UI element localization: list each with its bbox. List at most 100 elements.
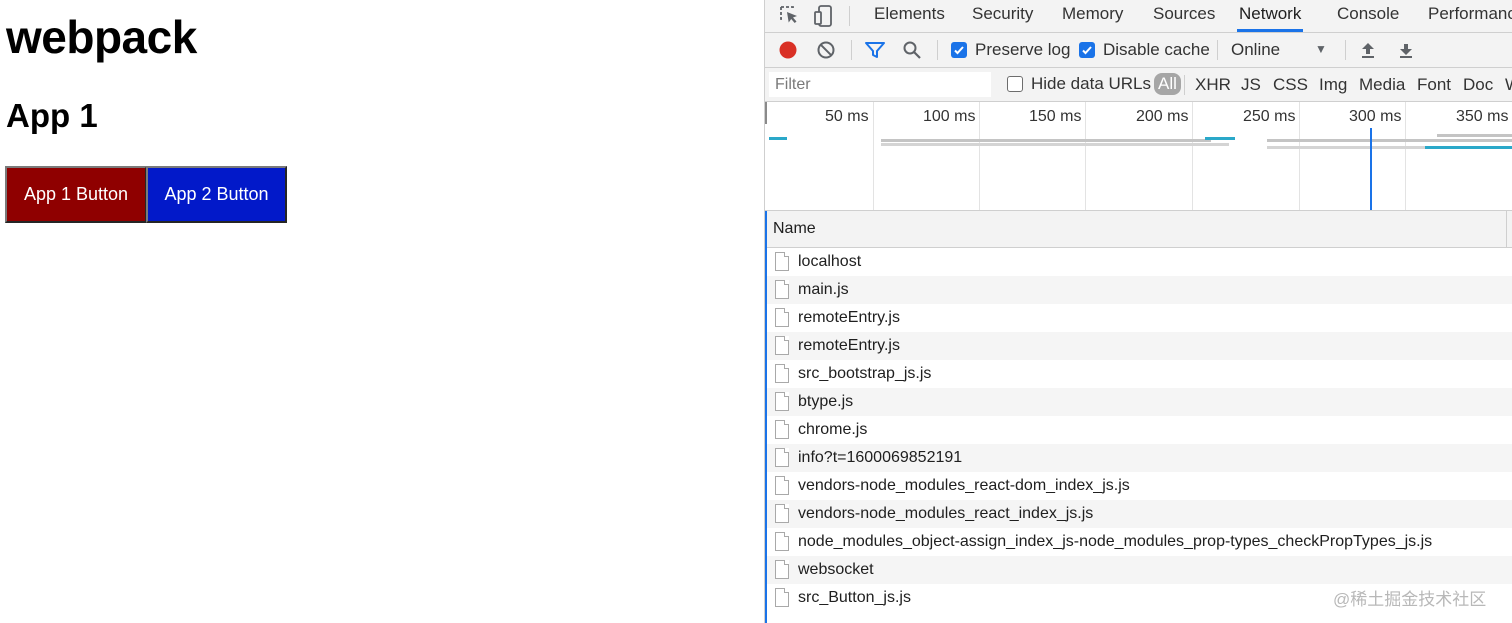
waterfall-bar (881, 139, 1211, 142)
app-2-button[interactable]: App 2 Button (146, 166, 287, 223)
timeline-tick: 200 ms (1136, 108, 1189, 125)
table-row[interactable]: info?t=1600069852191 (767, 444, 1512, 472)
grid-line (1192, 102, 1193, 210)
table-row[interactable]: localhost (767, 248, 1512, 276)
tab-sources[interactable]: Sources (1153, 0, 1215, 32)
checkbox-checked-icon (1079, 42, 1095, 58)
type-filter-font[interactable]: Font (1417, 75, 1451, 95)
file-icon (775, 560, 789, 579)
hide-data-urls-checkbox[interactable]: Hide data URLs (1007, 72, 1151, 96)
toolbar-divider (1217, 40, 1218, 60)
file-icon (775, 504, 789, 523)
type-filter-js[interactable]: JS (1241, 75, 1261, 95)
request-name: vendors-node_modules_react_index_js.js (798, 505, 1094, 522)
request-name: btype.js (798, 393, 854, 410)
tab-network[interactable]: Network (1237, 0, 1304, 32)
record-icon[interactable] (778, 38, 798, 62)
filter-input[interactable] (769, 72, 991, 97)
dropdown-arrow-icon: ▼ (1315, 42, 1327, 56)
throttling-value: Online (1231, 40, 1281, 59)
tab-security[interactable]: Security (972, 0, 1033, 32)
request-name: node_modules_object-assign_index_js-node… (798, 533, 1433, 550)
page-subtitle: App 1 (6, 97, 98, 134)
throttling-select[interactable]: Online ▼ (1231, 38, 1331, 62)
table-row[interactable]: websocket (767, 556, 1512, 584)
toolbar-divider (1345, 40, 1346, 60)
clear-icon[interactable] (816, 38, 836, 62)
table-row[interactable]: node_modules_object-assign_index_js-node… (767, 528, 1512, 556)
app-1-button[interactable]: App 1 Button (5, 166, 147, 223)
type-filter-img[interactable]: Img (1319, 75, 1347, 95)
table-row[interactable]: chrome.js (767, 416, 1512, 444)
table-row[interactable]: src_bootstrap_js.js (767, 360, 1512, 388)
request-name: vendors-node_modules_react-dom_index_js.… (798, 477, 1130, 494)
timeline-tick: 50 ms (825, 108, 869, 125)
table-row[interactable]: vendors-node_modules_react_index_js.js (767, 500, 1512, 528)
grid-line (1299, 102, 1300, 210)
toolbar-divider (937, 40, 938, 60)
file-icon (775, 476, 789, 495)
request-name: localhost (798, 253, 862, 270)
request-name: src_bootstrap_js.js (798, 365, 932, 382)
file-icon (775, 420, 789, 439)
column-header-name[interactable]: Name (773, 220, 816, 238)
waterfall-bar (1425, 146, 1512, 149)
page-viewport: webpack App 1 App 1 Button App 2 Button (0, 0, 764, 623)
table-row[interactable]: main.js (767, 276, 1512, 304)
requests-table: Name localhost main.js remoteEntry.js re… (765, 211, 1512, 623)
timeline-overview[interactable]: 50 ms 100 ms 150 ms 200 ms 250 ms 300 ms… (765, 102, 1512, 211)
table-row[interactable]: remoteEntry.js (767, 332, 1512, 360)
type-filter-doc[interactable]: Doc (1463, 75, 1493, 95)
download-icon[interactable] (1396, 38, 1416, 62)
tab-console[interactable]: Console (1337, 0, 1399, 32)
watermark: @稀土掘金技术社区 (1333, 590, 1487, 609)
tab-divider (849, 6, 850, 26)
device-toolbar-icon[interactable] (811, 3, 837, 29)
grid-line (1405, 102, 1406, 210)
timeline-tick: 100 ms (923, 108, 976, 125)
devtools-tab-bar: Elements Security Memory Sources Network… (765, 0, 1512, 33)
grid-line (1085, 102, 1086, 210)
filter-bar: Hide data URLs All XHR JS CSS Img Media … (765, 68, 1512, 102)
type-filter-xhr[interactable]: XHR (1195, 75, 1231, 95)
tab-memory[interactable]: Memory (1062, 0, 1123, 32)
grid-line (873, 102, 874, 210)
request-name: websocket (798, 561, 874, 578)
request-name: remoteEntry.js (798, 309, 900, 326)
upload-icon[interactable] (1358, 38, 1378, 62)
table-row[interactable]: remoteEntry.js (767, 304, 1512, 332)
request-name: src_Button_js.js (798, 589, 911, 606)
file-icon (775, 308, 789, 327)
disable-cache-checkbox[interactable]: Disable cache (1079, 38, 1210, 62)
search-icon[interactable] (902, 38, 922, 62)
file-icon (775, 280, 789, 299)
file-icon (775, 336, 789, 355)
inspect-icon[interactable] (777, 3, 803, 29)
timeline-tick: 350 ms (1456, 108, 1509, 125)
filter-icon[interactable] (864, 38, 886, 62)
table-row[interactable]: vendors-node_modules_react-dom_index_js.… (767, 472, 1512, 500)
type-filter-ws[interactable]: WS (1505, 75, 1512, 95)
file-icon (775, 532, 789, 551)
file-icon (775, 588, 789, 607)
request-name: chrome.js (798, 421, 868, 438)
checkbox-checked-icon (951, 42, 967, 58)
devtools-panel: Elements Security Memory Sources Network… (764, 0, 1512, 623)
type-filter-css[interactable]: CSS (1273, 75, 1308, 95)
filter-divider (1184, 75, 1185, 95)
file-icon (775, 252, 789, 271)
waterfall-bar (881, 143, 1229, 146)
waterfall-bar (1437, 134, 1512, 137)
timeline-start-marker (765, 102, 767, 124)
timeline-tick: 150 ms (1029, 108, 1082, 125)
hide-data-urls-label: Hide data URLs (1031, 74, 1152, 93)
type-filter-media[interactable]: Media (1359, 75, 1405, 95)
tab-elements[interactable]: Elements (874, 0, 945, 32)
column-divider[interactable] (1506, 211, 1507, 247)
toolbar-divider (851, 40, 852, 60)
tab-performance[interactable]: Performance (1428, 0, 1512, 32)
file-icon (775, 448, 789, 467)
table-row[interactable]: btype.js (767, 388, 1512, 416)
preserve-log-checkbox[interactable]: Preserve log (951, 38, 1070, 62)
type-filter-all[interactable]: All (1154, 73, 1181, 95)
